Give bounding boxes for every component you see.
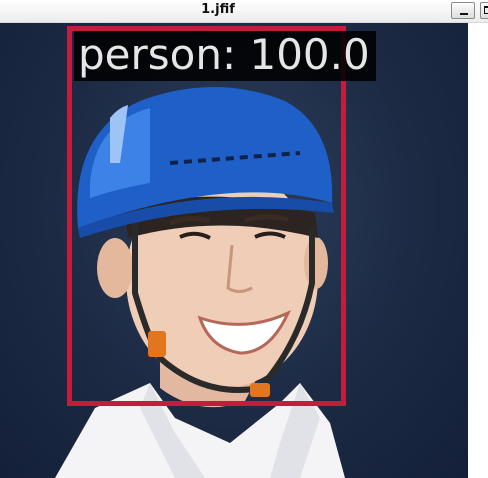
detection-bounding-box: [67, 26, 346, 406]
image-viewer-window: 1.jfif person: 100.0: [0, 0, 488, 478]
minimize-icon: [460, 13, 468, 15]
maximize-icon: [484, 6, 488, 14]
image-canvas: person: 100.0: [0, 23, 468, 478]
title-bar[interactable]: 1.jfif: [0, 0, 488, 23]
window-margin: [468, 23, 488, 478]
detection-label: person: 100.0: [74, 31, 376, 81]
minimize-button[interactable]: [451, 2, 475, 19]
window-title: 1.jfif: [201, 2, 235, 17]
maximize-button[interactable]: [480, 2, 488, 19]
